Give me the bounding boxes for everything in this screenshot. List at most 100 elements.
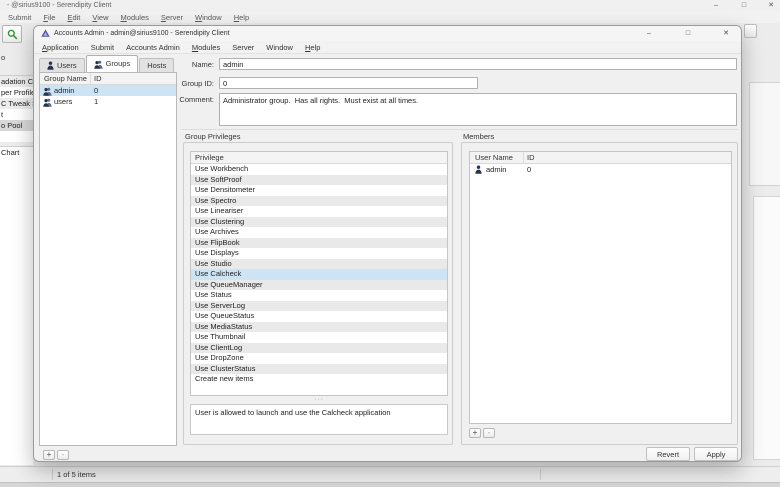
privilege-row-use-spectro[interactable]: Use Spectro	[191, 195, 447, 206]
minimize-icon[interactable]: –	[705, 0, 727, 11]
menu-modules[interactable]: Modules	[115, 13, 155, 22]
privilege-row-use-thumbnail[interactable]: Use Thumbnail	[191, 332, 447, 343]
members-table-body: admin 0	[470, 164, 731, 175]
dialog-title: Accounts Admin - admin@sirius9100 - Sere…	[54, 30, 230, 37]
app-logo-icon	[41, 29, 50, 38]
privilege-row-use-archives[interactable]: Use Archives	[191, 227, 447, 238]
maximize-icon[interactable]: □	[733, 0, 755, 11]
list-item[interactable]: adation C	[0, 76, 33, 87]
column-user-name[interactable]: User Name	[475, 153, 513, 162]
privilege-row-use-workbench[interactable]: Use Workbench	[191, 164, 447, 175]
background-panel	[753, 196, 780, 460]
column-group-name[interactable]: Group Name	[44, 74, 87, 83]
menu-help[interactable]: Help	[228, 13, 255, 22]
member-row-admin[interactable]: admin 0	[470, 164, 731, 175]
column-separator	[90, 73, 91, 84]
status-item-count: 1 of 5 items	[57, 470, 96, 479]
splitter-handle[interactable]: ···	[190, 396, 448, 403]
name-label: Name:	[191, 60, 214, 69]
privilege-row-use-clustering[interactable]: Use Clustering	[191, 216, 447, 227]
list-item[interactable]: t	[0, 109, 33, 120]
menu-window[interactable]: Window	[260, 43, 299, 52]
dialog-minimize-icon[interactable]: –	[640, 26, 658, 41]
privilege-row-create-new-items[interactable]: Create new items	[191, 374, 447, 385]
privilege-description: User is allowed to launch and use the Ca…	[190, 404, 448, 435]
privilege-row-use-calcheck[interactable]: Use Calcheck	[191, 269, 447, 280]
privilege-row-use-dropzone[interactable]: Use DropZone	[191, 353, 447, 364]
menu-server[interactable]: Server	[155, 13, 189, 22]
privilege-row-use-clientlog[interactable]: Use ClientLog	[191, 342, 447, 353]
privilege-row-use-displays[interactable]: Use Displays	[191, 248, 447, 259]
privilege-row-use-queuestatus[interactable]: Use QueueStatus	[191, 311, 447, 322]
privilege-row-use-serverlog[interactable]: Use ServerLog	[191, 300, 447, 311]
tab-users[interactable]: Users	[39, 58, 85, 72]
add-group-button[interactable]: +	[43, 450, 55, 460]
tab-label: Users	[57, 61, 77, 70]
user-icon	[475, 165, 482, 176]
group-name-cell: users	[54, 97, 73, 106]
users-icon	[43, 98, 52, 107]
privilege-row-use-clusterstatus[interactable]: Use ClusterStatus	[191, 363, 447, 374]
tab-groups[interactable]: Groups	[85, 55, 139, 72]
comment-label: Comment:	[179, 95, 214, 104]
menu-accounts-admin[interactable]: Accounts Admin	[120, 43, 186, 52]
tab-label: Groups	[105, 59, 131, 68]
group-id-cell: 0	[94, 86, 99, 95]
privilege-column-header[interactable]: Privilege	[191, 152, 447, 164]
privilege-row-use-studio[interactable]: Use Studio	[191, 258, 447, 269]
privilege-row-use-lineariser[interactable]: Use Lineariser	[191, 206, 447, 217]
privilege-row-use-softproof[interactable]: Use SoftProof	[191, 174, 447, 185]
menu-server[interactable]: Server	[226, 43, 260, 52]
group-id-field[interactable]: 0	[219, 77, 478, 89]
menu-application[interactable]: Application	[36, 43, 85, 52]
groups-table: Group Name ID admin 0 users 1	[39, 72, 177, 446]
group-privileges-box: Privilege Use Workbench Use SoftProof Use …	[183, 142, 453, 445]
users-icon	[43, 87, 52, 96]
background-panel	[749, 82, 780, 186]
members-table-header[interactable]: User Name ID	[470, 152, 731, 164]
privilege-row-use-status[interactable]: Use Status	[191, 290, 447, 301]
dialog-titlebar[interactable]: Accounts Admin - admin@sirius9100 - Sere…	[34, 26, 741, 41]
privileges-table-body: Use Workbench Use SoftProof Use Densitomet…	[191, 164, 447, 385]
members-table: User Name ID admin 0	[469, 151, 732, 424]
add-member-button[interactable]: +	[469, 428, 481, 438]
dialog-close-icon[interactable]: ✕	[717, 26, 735, 41]
members-title: Members	[463, 132, 495, 141]
search-icon	[7, 29, 18, 40]
menu-submit[interactable]: Submit	[2, 13, 37, 22]
comment-field[interactable]: Administrator group. Has all rights. Mus…	[219, 93, 737, 126]
menu-file[interactable]: File	[37, 13, 61, 22]
privilege-row-use-densitometer[interactable]: Use Densitometer	[191, 185, 447, 196]
revert-button[interactable]: Revert	[646, 447, 690, 461]
column-id[interactable]: ID	[527, 153, 535, 162]
menu-modules[interactable]: Modules	[186, 43, 226, 52]
search-button[interactable]	[2, 25, 22, 43]
list-item[interactable]: C Tweak S	[0, 98, 33, 109]
dialog-maximize-icon[interactable]: □	[679, 26, 697, 41]
list-item[interactable]: o Pool	[0, 120, 33, 131]
privilege-row-use-flipbook[interactable]: Use FlipBook	[191, 237, 447, 248]
background-item-list: adation Cper ProfileC Tweak Sto Pool	[0, 75, 33, 142]
apply-button[interactable]: Apply	[694, 447, 738, 461]
menu-edit[interactable]: Edit	[61, 13, 86, 22]
name-field[interactable]: admin	[219, 58, 737, 70]
privilege-row-use-mediastatus[interactable]: Use MediaStatus	[191, 321, 447, 332]
privilege-row-use-queuemanager[interactable]: Use QueueManager	[191, 279, 447, 290]
menu-view[interactable]: View	[86, 13, 114, 22]
background-list-caption: o	[1, 53, 6, 62]
window-bottom-edge	[0, 482, 780, 487]
menu-window[interactable]: Window	[189, 13, 228, 22]
background-toolbar-button[interactable]	[744, 24, 757, 38]
menu-help[interactable]: Help	[299, 43, 326, 52]
remove-group-button[interactable]: -	[57, 450, 69, 460]
column-id[interactable]: ID	[94, 74, 102, 83]
list-item[interactable]: Chart	[0, 147, 33, 158]
remove-member-button[interactable]: -	[483, 428, 495, 438]
close-icon[interactable]: ✕	[760, 0, 780, 11]
dialog-menubar: Application Submit Accounts Admin Modules Se…	[34, 41, 741, 54]
list-item[interactable]: per Profile	[0, 87, 33, 98]
menu-submit[interactable]: Submit	[85, 43, 120, 52]
background-item-list-2: Chart	[0, 146, 33, 465]
group-id-label: Group ID:	[181, 79, 214, 88]
form-separator	[181, 129, 738, 130]
